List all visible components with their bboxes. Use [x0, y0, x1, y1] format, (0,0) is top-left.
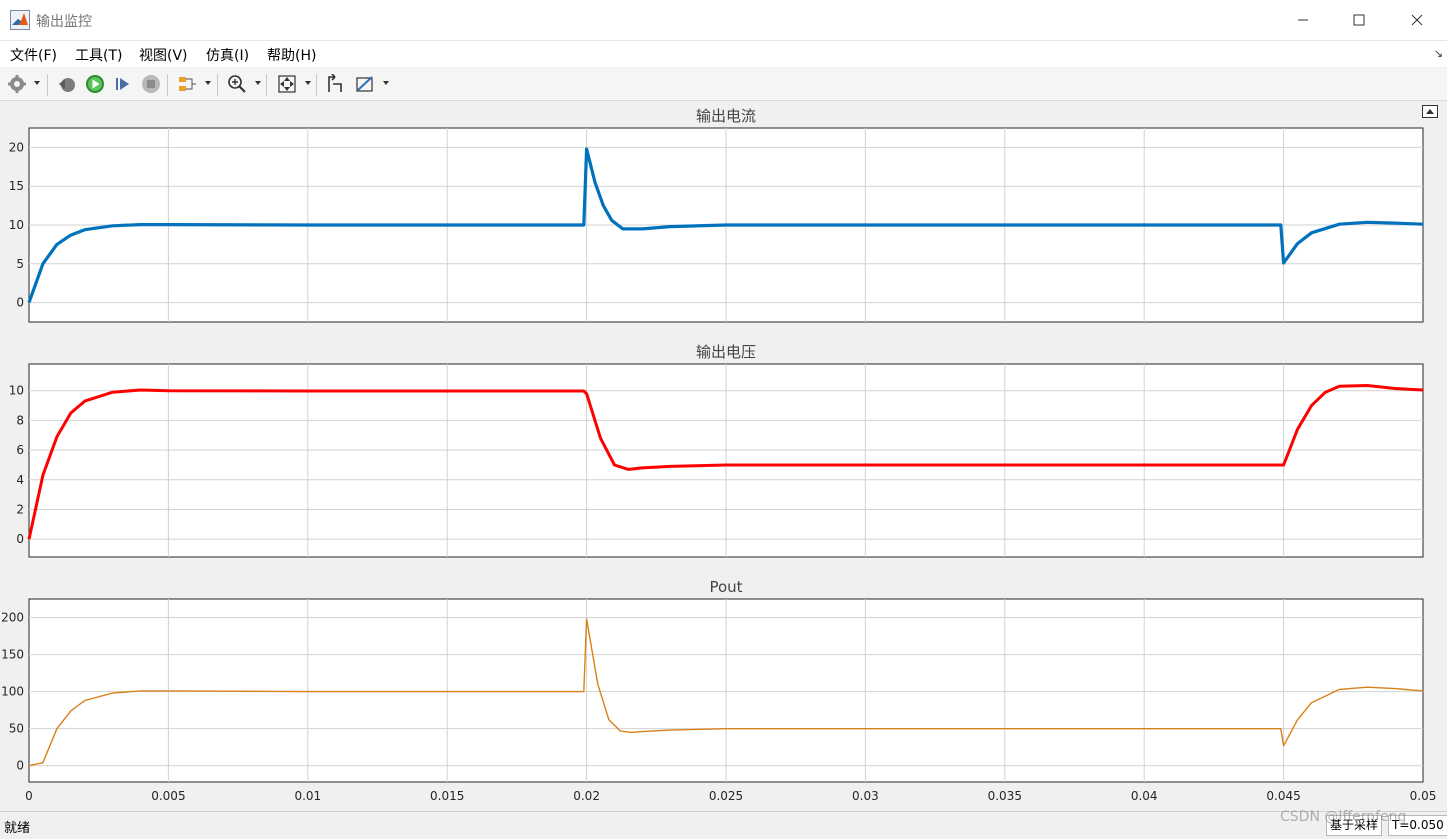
measure-icon [356, 76, 373, 92]
y-tick-label: 2 [16, 502, 24, 516]
status-bar: 就绪 基于采样 T=0.050 [0, 811, 1447, 839]
y-tick-label: 8 [16, 413, 24, 427]
signal-select-icon [179, 77, 196, 91]
run-button[interactable] [83, 72, 107, 96]
toolbar-separator [316, 74, 317, 96]
y-tick-label: 150 [1, 648, 24, 662]
cursor-button[interactable] [323, 72, 347, 96]
toolbar-separator [47, 74, 48, 96]
minimize-button[interactable] [1280, 6, 1326, 34]
step-forward-icon [116, 78, 129, 90]
autoscale-dropdown-icon[interactable] [305, 81, 311, 85]
y-tick-label: 15 [9, 179, 24, 193]
menu-tools[interactable]: 工具(T) [75, 45, 122, 65]
measure-dropdown-icon[interactable] [383, 81, 389, 85]
y-tick-label: 20 [9, 140, 24, 154]
zoom-dropdown-icon[interactable] [255, 81, 261, 85]
measure-button[interactable] [353, 72, 377, 96]
x-tick-label: 0.015 [430, 789, 464, 803]
scope-plot-area: 0 5 10 15 20 输出电流 0 2 4 6 8 10 输出电压 0 50 100 150 200 Pout 0… [0, 101, 1447, 811]
y-tick-label: 100 [1, 685, 24, 699]
step-forward-button[interactable] [111, 72, 135, 96]
x-tick-label: 0.02 [573, 789, 600, 803]
y-tick-label: 0 [16, 296, 24, 310]
run-icon [86, 75, 104, 93]
autoscale-button[interactable] [275, 72, 299, 96]
gear-icon [8, 75, 26, 93]
close-icon [1411, 14, 1423, 26]
dock-arrow-icon[interactable]: ↘ [1434, 47, 1443, 60]
y-tick-label: 50 [9, 722, 24, 736]
undock-button[interactable] [1422, 103, 1438, 118]
watermark: CSDN @Iffernfeng [1280, 809, 1407, 825]
toolbar-separator [167, 74, 168, 96]
undock-icon [1422, 105, 1438, 118]
x-tick-label: 0.005 [151, 789, 185, 803]
x-tick-label: 0 [25, 789, 33, 803]
stop-icon [142, 75, 160, 93]
matlab-logo-icon [10, 10, 30, 30]
y-tick-label: 10 [9, 384, 24, 398]
plot-title-1: 输出电流 [696, 107, 756, 125]
x-tick-label: 0.03 [852, 789, 879, 803]
menu-simulation[interactable]: 仿真(I) [206, 45, 249, 65]
plot-title-2: 输出电压 [696, 343, 756, 361]
step-back-button[interactable] [55, 72, 79, 96]
y-tick-label: 4 [16, 473, 24, 487]
maximize-icon [1353, 14, 1365, 26]
x-tick-label: 0.045 [1266, 789, 1300, 803]
y-tick-label: 6 [16, 443, 24, 457]
minimize-icon [1298, 19, 1308, 21]
y-tick-label: 0 [16, 759, 24, 773]
window-title: 输出监控 [36, 14, 92, 30]
toolbar-separator [266, 74, 267, 96]
settings-dropdown-icon[interactable] [34, 81, 40, 85]
window-titlebar: 输出监控 [0, 0, 1447, 41]
maximize-button[interactable] [1336, 6, 1382, 34]
y-tick-label: 10 [9, 218, 24, 232]
close-button[interactable] [1394, 6, 1440, 34]
plot-title-3: Pout [709, 578, 742, 596]
x-tick-label: 0.025 [709, 789, 743, 803]
zoom-in-button[interactable] [225, 72, 249, 96]
menu-bar: 文件(F) 工具(T) 视图(V) 仿真(I) 帮助(H) ↘ [0, 41, 1447, 67]
menu-view[interactable]: 视图(V) [139, 45, 188, 65]
toolbar [0, 68, 1447, 101]
x-tick-label: 0.01 [294, 789, 321, 803]
y-tick-label: 200 [1, 611, 24, 625]
stop-button[interactable] [139, 72, 163, 96]
cursor-icon [328, 74, 342, 92]
menu-help[interactable]: 帮助(H) [267, 45, 316, 65]
step-back-icon [59, 78, 75, 92]
settings-button[interactable] [5, 72, 29, 96]
signal-dropdown-icon[interactable] [205, 81, 211, 85]
status-text: 就绪 [4, 821, 31, 836]
zoom-in-icon [228, 75, 246, 93]
menu-file[interactable]: 文件(F) [10, 45, 57, 65]
x-tick-label: 0.04 [1131, 789, 1158, 803]
x-tick-label: 0.035 [988, 789, 1022, 803]
signal-select-button[interactable] [175, 72, 199, 96]
scope-plots[interactable]: 0 5 10 15 20 输出电流 0 2 4 6 8 10 输出电压 0 50 100 150 200 Pout 0… [0, 101, 1447, 811]
y-tick-label: 0 [16, 532, 24, 546]
toolbar-separator [217, 74, 218, 96]
autoscale-icon [278, 75, 296, 93]
y-tick-label: 5 [16, 257, 24, 271]
x-tick-label: 0.05 [1410, 789, 1437, 803]
